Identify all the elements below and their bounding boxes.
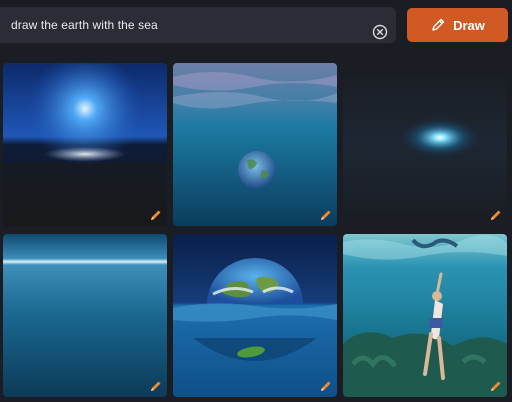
result-image-3[interactable] <box>343 63 507 226</box>
pencil-icon[interactable] <box>319 379 333 393</box>
result-image-1[interactable] <box>3 63 167 226</box>
pencil-icon <box>432 18 445 31</box>
prompt-text[interactable]: draw the earth with the sea <box>11 18 158 32</box>
underwater-earth-image <box>173 63 337 226</box>
pencil-icon[interactable] <box>149 379 163 393</box>
result-image-5[interactable] <box>173 234 337 397</box>
result-image-6[interactable] <box>343 234 507 397</box>
clear-icon[interactable] <box>372 24 388 40</box>
pencil-icon[interactable] <box>489 208 503 222</box>
draw-button-label: Draw <box>453 17 485 33</box>
underwater-diver-image <box>343 234 507 397</box>
prompt-input[interactable]: draw the earth with the sea <box>0 7 396 43</box>
result-image-2[interactable] <box>173 63 337 226</box>
glowing-horizon-image <box>343 63 507 226</box>
pencil-icon[interactable] <box>489 379 503 393</box>
ocean-horizon-image <box>3 63 167 226</box>
pencil-icon[interactable] <box>319 208 333 222</box>
pencil-icon[interactable] <box>149 208 163 222</box>
result-image-4[interactable] <box>3 234 167 397</box>
earth-in-sea-image <box>173 234 337 397</box>
prompt-bar: draw the earth with the sea Draw <box>0 0 512 52</box>
calm-sea-image <box>3 234 167 397</box>
draw-button[interactable]: Draw <box>407 8 508 42</box>
